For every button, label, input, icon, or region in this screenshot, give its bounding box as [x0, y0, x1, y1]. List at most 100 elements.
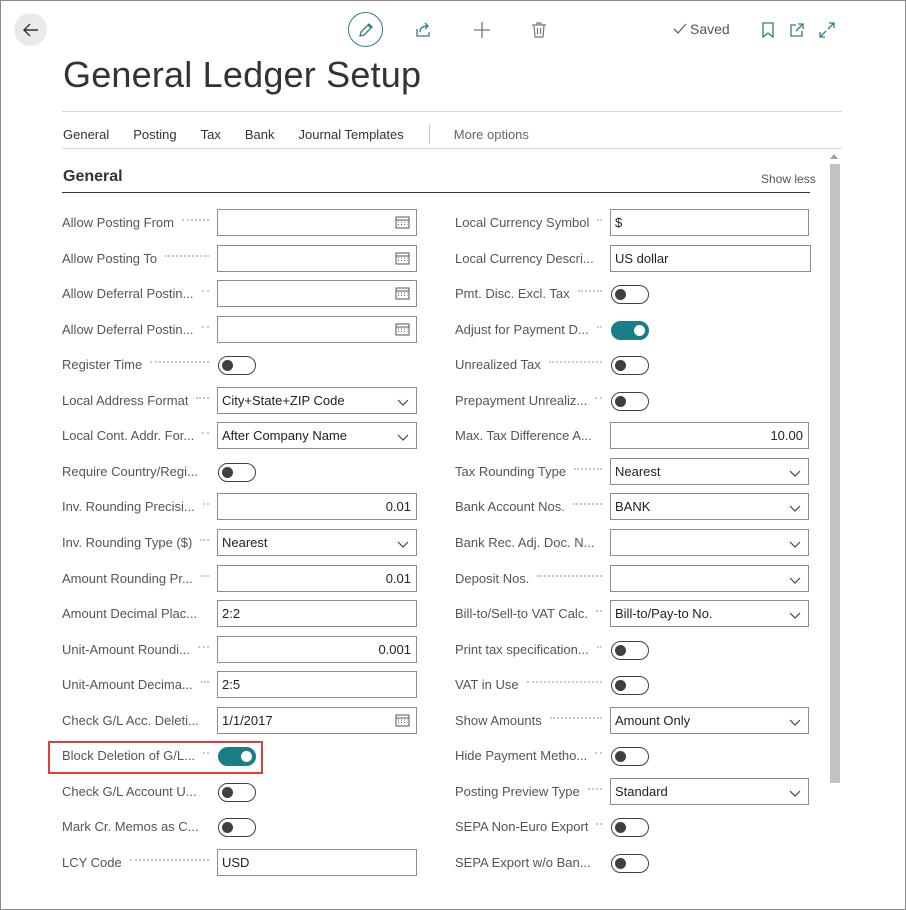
more-options-link[interactable]: More options	[454, 127, 529, 142]
field-label: Pmt. Disc. Excl. Tax	[455, 286, 570, 301]
edit-button[interactable]	[348, 12, 383, 47]
calendar-icon[interactable]	[395, 251, 410, 268]
dropdown-select[interactable]: City+State+ZIP Code	[217, 387, 417, 414]
toggle-switch[interactable]	[611, 818, 649, 837]
new-button[interactable]	[471, 19, 493, 41]
dropdown-select[interactable]: Amount Only	[610, 707, 809, 734]
expand-button[interactable]	[816, 19, 838, 41]
toggle-switch[interactable]	[218, 783, 256, 802]
tabs-divider	[62, 148, 842, 149]
toggle-switch[interactable]	[611, 854, 649, 873]
number-input[interactable]: 0.01	[217, 493, 417, 520]
chevron-down-icon[interactable]	[789, 466, 801, 481]
field-value: 2:2	[222, 606, 241, 621]
delete-button[interactable]	[528, 19, 550, 41]
field-label: Require Country/Regi...	[62, 464, 198, 479]
dropdown-select[interactable]: BANK	[610, 493, 809, 520]
form-field: Adjust for Payment D...	[455, 316, 809, 344]
toggle-switch[interactable]	[611, 392, 649, 411]
chevron-down-icon[interactable]	[397, 395, 409, 410]
field-value: 0.001	[378, 642, 411, 657]
tab-bank[interactable]: Bank	[245, 127, 275, 142]
date-input[interactable]	[217, 209, 417, 236]
toggle-knob	[615, 821, 626, 833]
text-input[interactable]: 2:2	[217, 600, 417, 627]
chevron-down-icon[interactable]	[789, 715, 801, 730]
scrollbar-thumb[interactable]	[830, 164, 840, 783]
form-field: Unit-Amount Decima... 2:5	[62, 671, 417, 699]
toggle-knob	[615, 288, 626, 300]
toggle-switch[interactable]	[611, 747, 649, 766]
field-label: Local Currency Descri...	[455, 251, 594, 266]
form-field: Inv. Rounding Type ($) Nearest	[62, 529, 417, 557]
dropdown-select[interactable]: Bill-to/Pay-to No.	[610, 600, 809, 627]
toggle-switch[interactable]	[611, 641, 649, 660]
toggle-switch[interactable]	[611, 676, 649, 695]
chevron-down-icon[interactable]	[789, 537, 801, 552]
dropdown-select[interactable]	[610, 529, 809, 556]
tab-tax[interactable]: Tax	[201, 127, 221, 142]
text-input[interactable]: US dollar	[610, 245, 811, 272]
show-less-link[interactable]: Show less	[761, 172, 816, 186]
toggle-switch[interactable]	[218, 356, 256, 375]
form-field: Amount Rounding Pr... 0.01	[62, 565, 417, 593]
label-leader-dots	[201, 575, 209, 577]
dropdown-select[interactable]: Nearest	[217, 529, 417, 556]
back-arrow-icon	[22, 23, 38, 36]
back-button[interactable]	[14, 13, 47, 46]
toggle-switch[interactable]	[611, 356, 649, 375]
dropdown-select[interactable]	[610, 565, 809, 592]
label-leader-dots	[574, 468, 602, 470]
chevron-down-icon[interactable]	[789, 786, 801, 801]
toggle-switch[interactable]	[218, 463, 256, 482]
field-value: 2:5	[222, 677, 241, 692]
calendar-icon[interactable]	[395, 286, 410, 303]
form-field: Local Currency Symbol $	[455, 209, 809, 237]
toggle-switch[interactable]	[218, 818, 256, 837]
date-input[interactable]	[217, 280, 417, 307]
chevron-down-icon[interactable]	[397, 537, 409, 552]
chevron-down-icon[interactable]	[789, 608, 801, 623]
date-input[interactable]	[217, 316, 417, 343]
label-leader-dots	[597, 326, 602, 328]
field-label: Mark Cr. Memos as C...	[62, 819, 199, 834]
chevron-down-icon[interactable]	[789, 501, 801, 516]
share-button[interactable]	[412, 19, 434, 41]
chevron-down-icon[interactable]	[397, 430, 409, 445]
dropdown-select[interactable]: Nearest	[610, 458, 809, 485]
form-field: Tax Rounding Type Nearest	[455, 458, 809, 486]
tab-general[interactable]: General	[63, 127, 109, 142]
label-leader-dots	[202, 326, 209, 328]
text-input[interactable]: USD	[217, 849, 417, 876]
toggle-switch[interactable]	[611, 285, 649, 304]
number-input[interactable]: 10.00	[610, 422, 809, 449]
form-field: Allow Deferral Postin...	[62, 280, 417, 308]
calendar-icon[interactable]	[395, 322, 410, 339]
calendar-icon[interactable]	[395, 713, 410, 730]
date-input[interactable]: 1/1/2017	[217, 707, 417, 734]
number-input[interactable]: 0.01	[217, 565, 417, 592]
calendar-icon[interactable]	[395, 215, 410, 232]
open-new-window-button[interactable]	[786, 19, 808, 41]
dropdown-select[interactable]: After Company Name	[217, 422, 417, 449]
label-leader-dots	[578, 290, 602, 292]
form-field: LCY Code USD	[62, 849, 417, 877]
dropdown-select[interactable]: Standard	[610, 778, 809, 805]
toggle-switch[interactable]	[611, 321, 649, 340]
form-field: Hide Payment Metho...	[455, 742, 809, 770]
field-value: Nearest	[615, 464, 661, 479]
field-label: Local Address Format	[62, 393, 188, 408]
date-input[interactable]	[217, 245, 417, 272]
field-label: Register Time	[62, 357, 142, 372]
label-leader-dots	[597, 219, 602, 221]
field-label: Check G/L Acc. Deleti...	[62, 713, 199, 728]
text-input[interactable]: 2:5	[217, 671, 417, 698]
number-input[interactable]: 0.001	[217, 636, 417, 663]
tab-journal-templates[interactable]: Journal Templates	[299, 127, 404, 142]
tab-posting[interactable]: Posting	[133, 127, 176, 142]
text-input[interactable]: $	[610, 209, 809, 236]
chevron-down-icon[interactable]	[789, 573, 801, 588]
bookmark-button[interactable]	[757, 19, 779, 41]
field-value: 0.01	[385, 571, 411, 586]
scroll-up-arrow-icon[interactable]	[830, 154, 838, 159]
